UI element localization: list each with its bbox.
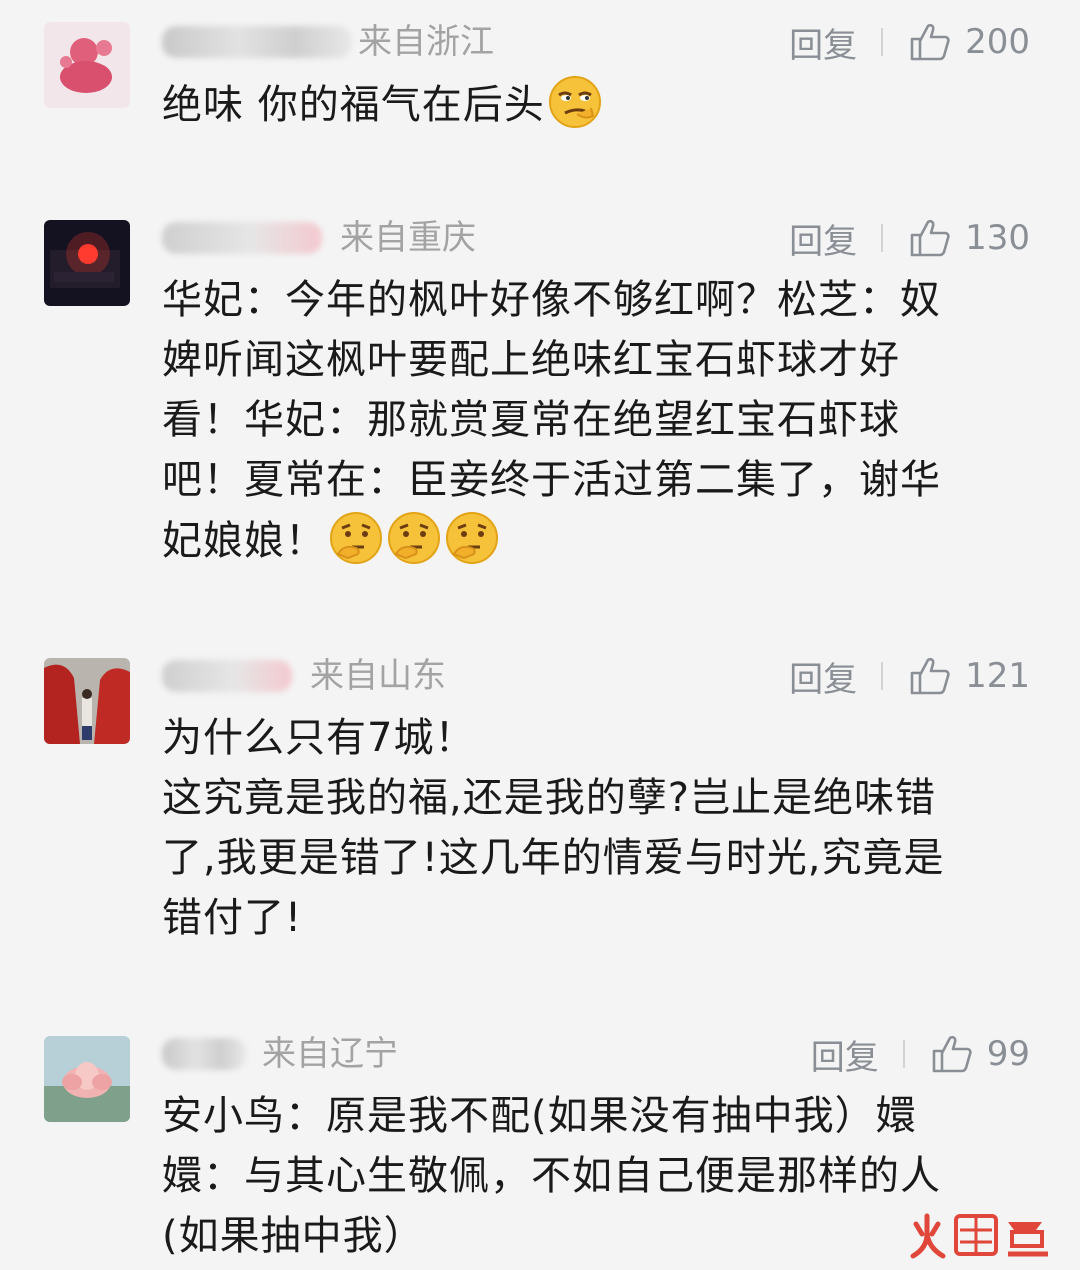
blurred-username [162,222,322,254]
like-button[interactable]: 121 [909,656,1030,696]
thumbs-up-icon [932,1035,972,1073]
like-count: 121 [965,656,1030,696]
blurred-username [162,1038,246,1070]
username[interactable]: 来自重庆 [162,216,476,260]
divider [881,224,884,252]
thumbs-up-icon [910,219,950,257]
blurred-username [162,26,352,58]
watermark-logo [908,1210,1058,1260]
comment-actions: 回复 200 [789,18,1030,67]
reply-button[interactable]: 回复 [811,1030,879,1079]
thumbs-up-icon [910,23,950,61]
divider [902,1040,905,1068]
comment-actions: 回复 130 [789,214,1030,263]
avatar[interactable] [44,658,130,744]
thinking-face-emoji [388,512,440,564]
thinking-face-emoji [446,512,498,564]
reply-button[interactable]: 回复 [789,652,857,701]
like-button[interactable]: 200 [909,22,1030,62]
smirk-face-emoji [548,76,601,128]
like-count: 200 [965,22,1030,62]
like-button[interactable]: 99 [931,1034,1030,1074]
reply-button[interactable]: 回复 [789,214,857,263]
thinking-face-emoji [330,512,382,564]
region-label: 来自山东 [310,656,446,696]
like-button[interactable]: 130 [909,218,1030,258]
comment-text: 绝味 你的福气在后头 [162,74,1022,135]
reply-button[interactable]: 回复 [789,18,857,67]
comment-actions: 回复 99 [811,1030,1030,1079]
comment-text: 安小鸟：原是我不配(如果没有抽中我）嬛 嬛：与其心生敬佩，不如自己便是那样的人 … [162,1093,941,1259]
username[interactable]: 来自辽宁 [162,1032,398,1076]
username[interactable]: 来自山东 [162,654,446,698]
username[interactable]: 来自浙江 [162,20,494,64]
thumbs-up-icon [910,657,950,695]
blurred-username [162,660,292,692]
comment-actions: 回复 121 [789,652,1030,701]
divider [881,28,884,56]
fire-fish-logo-icon [910,1213,1048,1259]
region-label: 来自辽宁 [262,1034,398,1074]
divider [881,662,884,690]
like-count: 130 [965,218,1030,258]
avatar[interactable] [44,22,130,108]
comment-text: 为什么只有7城！ 这究竟是我的福,还是我的孽?岂止是绝味错 了,我更是错了!这几… [162,715,945,941]
comment-text: 华妃：今年的枫叶好像不够红啊？松芝：奴 婢听闻这枫叶要配上绝味红宝石虾球才好 看… [162,277,941,564]
region-label: 来自浙江 [358,22,494,62]
like-count: 99 [986,1034,1030,1074]
avatar[interactable] [44,220,130,306]
avatar[interactable] [44,1036,130,1122]
region-label: 来自重庆 [340,218,476,258]
